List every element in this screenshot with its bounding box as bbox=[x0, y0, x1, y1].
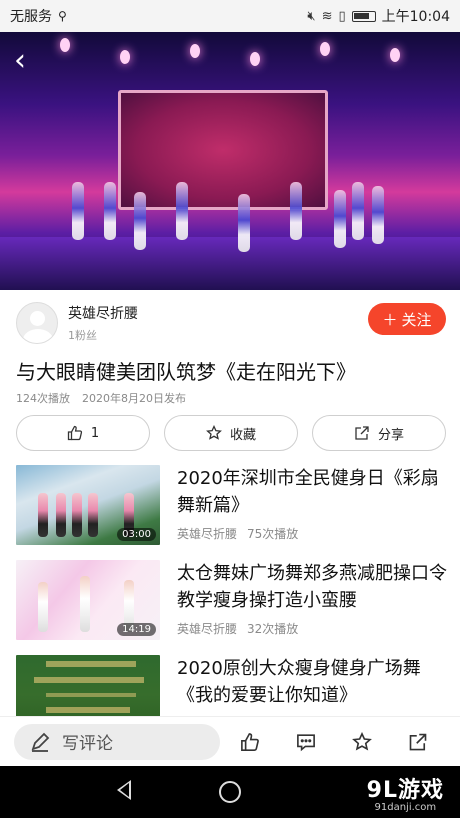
recommended-author: 英雄尽折腰 bbox=[177, 527, 238, 541]
mute-icon: 🔇︎ bbox=[307, 8, 316, 24]
comment-placeholder: 写评论 bbox=[62, 734, 113, 754]
plus-icon: ＋ bbox=[382, 310, 398, 329]
share-button[interactable]: 分享 bbox=[312, 415, 446, 451]
favorite-button[interactable]: 收藏 bbox=[164, 415, 298, 451]
thumbs-up-icon[interactable] bbox=[240, 732, 260, 752]
recommended-title[interactable]: 2020年深圳市全民健身日《彩扇舞新篇》 bbox=[177, 465, 449, 519]
stage-light bbox=[190, 44, 200, 58]
video-player[interactable]: ‹ bbox=[0, 32, 460, 290]
bottom-bar: 写评论 bbox=[0, 716, 460, 766]
action-row: 1 收藏 分享 bbox=[16, 415, 446, 451]
recommended-title[interactable]: 2020原创大众瘦身健身广场舞《我的爱要让你知道》 bbox=[177, 655, 446, 709]
alert-icon: ▯ bbox=[338, 8, 346, 24]
stage-light bbox=[120, 50, 130, 64]
video-thumbnail[interactable]: 03:00 bbox=[16, 465, 160, 545]
follow-button[interactable]: ＋ 关注 bbox=[368, 303, 446, 335]
comment-icon[interactable] bbox=[296, 732, 316, 752]
video-thumbnail[interactable]: 14:19 bbox=[16, 560, 160, 640]
recommended-plays: 75次播放 bbox=[247, 527, 299, 541]
watermark: 9L游戏 91danji.com bbox=[367, 772, 444, 813]
video-thumbnail[interactable] bbox=[16, 655, 160, 717]
share-icon[interactable] bbox=[408, 732, 428, 752]
stage-light bbox=[390, 48, 400, 62]
usb-icon: ⚲ bbox=[58, 9, 67, 23]
stage-light bbox=[60, 38, 70, 52]
status-bar: 无服务 ⚲ 🔇︎ ≋ ▯ 上午10:04 bbox=[0, 0, 460, 32]
play-count: 124次播放 bbox=[16, 392, 70, 405]
star-icon bbox=[206, 425, 222, 440]
share-icon bbox=[355, 426, 369, 440]
stage-light bbox=[250, 52, 260, 66]
recommended-plays: 32次播放 bbox=[247, 622, 299, 636]
video-meta: 124次播放 2020年8月20日发布 bbox=[16, 390, 186, 406]
follow-label: 关注 bbox=[401, 310, 432, 329]
carrier-label: 无服务 bbox=[10, 9, 52, 25]
thumbs-up-icon bbox=[67, 425, 82, 441]
duration-badge: 14:19 bbox=[117, 623, 156, 636]
author-fans: 1粉丝 bbox=[68, 329, 97, 342]
system-nav-bar: 9L游戏 91danji.com bbox=[0, 766, 460, 818]
pen-icon bbox=[31, 732, 50, 752]
watermark-sub: 91danji.com bbox=[374, 802, 437, 813]
watermark-main: 9L游戏 bbox=[366, 778, 444, 803]
star-icon[interactable] bbox=[352, 731, 372, 752]
dancers bbox=[0, 182, 460, 252]
recommended-title[interactable]: 太仓舞妹广场舞郑多燕减肥操口令教学瘦身操打造小蛮腰 bbox=[177, 560, 449, 614]
publish-date: 2020年8月20日发布 bbox=[82, 392, 186, 405]
recommended-meta: 英雄尽折腰 32次播放 bbox=[177, 620, 298, 637]
favorite-label: 收藏 bbox=[229, 427, 256, 443]
recommended-item[interactable]: 14:19 太仓舞妹广场舞郑多燕减肥操口令教学瘦身操打造小蛮腰 英雄尽折腰 32… bbox=[16, 560, 449, 642]
comment-input[interactable]: 写评论 bbox=[14, 723, 220, 760]
avatar[interactable] bbox=[16, 302, 58, 344]
like-button[interactable]: 1 bbox=[16, 415, 150, 451]
recommended-meta: 英雄尽折腰 75次播放 bbox=[177, 525, 298, 542]
back-button[interactable]: ‹ bbox=[14, 46, 26, 76]
recommended-item[interactable]: 2020原创大众瘦身健身广场舞《我的爱要让你知道》 bbox=[16, 655, 446, 717]
recommended-author: 英雄尽折腰 bbox=[177, 622, 238, 636]
stage-light bbox=[320, 42, 330, 56]
like-count: 1 bbox=[90, 425, 100, 441]
author-row: 英雄尽折腰 1粉丝 ＋ 关注 bbox=[16, 300, 446, 346]
wifi-icon: ≋ bbox=[321, 8, 333, 24]
author-name[interactable]: 英雄尽折腰 bbox=[68, 303, 138, 323]
recommended-item[interactable]: 03:00 2020年深圳市全民健身日《彩扇舞新篇》 英雄尽折腰 75次播放 bbox=[16, 465, 446, 547]
duration-badge: 03:00 bbox=[117, 528, 156, 541]
share-label: 分享 bbox=[377, 427, 404, 443]
battery-icon bbox=[351, 10, 376, 22]
time-label: 上午10:04 bbox=[381, 9, 450, 25]
nav-back-icon[interactable] bbox=[117, 780, 131, 800]
video-title: 与大眼睛健美团队筑梦《走在阳光下》 bbox=[16, 360, 356, 384]
nav-home-icon[interactable] bbox=[219, 781, 241, 803]
